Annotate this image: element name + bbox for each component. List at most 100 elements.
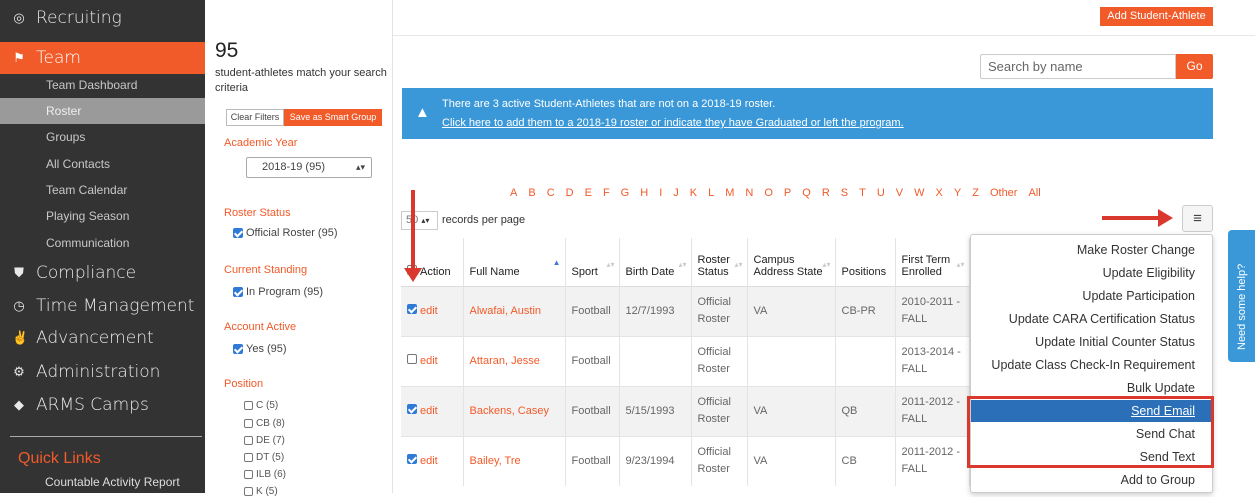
table-header-row: Action Full Name ▲ Sport ▴▾ Birth Date ▴▾ R…	[401, 238, 970, 287]
per-page-select[interactable]: 50 ▴▾	[401, 211, 438, 230]
alpha-link[interactable]: K	[690, 187, 697, 199]
menu-update-participation[interactable]: Update Participation	[971, 285, 1212, 307]
menu-update-cara-certification[interactable]: Update CARA Certification Status	[971, 308, 1212, 330]
subnav-team-calendar[interactable]: Team Calendar	[0, 177, 205, 203]
row-checkbox[interactable]	[407, 303, 417, 314]
bulk-actions-menu-button[interactable]: ≡	[1182, 205, 1213, 232]
alpha-link-other[interactable]: Other	[990, 187, 1018, 199]
help-tab[interactable]: Need some help?	[1228, 230, 1255, 362]
checkbox-icon[interactable]	[233, 228, 243, 238]
account-active-option[interactable]: Yes (95)	[233, 343, 287, 355]
position-option[interactable]: C (5)	[244, 400, 278, 411]
quick-link-countable-activity[interactable]: Countable Activity Report	[45, 475, 180, 489]
add-student-athlete-button[interactable]: Add Student-Athlete	[1100, 7, 1213, 26]
go-button[interactable]: Go	[1176, 54, 1213, 79]
subnav-team-dashboard[interactable]: Team Dashboard	[0, 72, 205, 98]
alpha-link[interactable]: A	[510, 187, 517, 199]
alpha-link[interactable]: Z	[972, 187, 979, 199]
subnav-playing-season[interactable]: Playing Season	[0, 203, 205, 229]
checkbox-icon[interactable]	[233, 287, 243, 297]
edit-link[interactable]: edit	[420, 355, 438, 367]
alpha-link[interactable]: H	[640, 187, 648, 199]
nav-time-management[interactable]: ◷ Time Management	[0, 290, 205, 322]
nav-recruiting[interactable]: ◎ Recruiting	[0, 2, 205, 34]
checkbox-icon[interactable]	[244, 487, 253, 496]
row-checkbox[interactable]	[407, 403, 417, 414]
subnav-all-contacts[interactable]: All Contacts	[0, 151, 205, 177]
save-smart-group-button[interactable]: Save as Smart Group	[284, 109, 382, 126]
alpha-link[interactable]: U	[877, 187, 885, 199]
subnav-groups[interactable]: Groups	[0, 124, 205, 150]
alpha-link[interactable]: Q	[802, 187, 811, 199]
current-standing-label: Current Standing	[224, 264, 308, 276]
edit-link[interactable]: edit	[420, 455, 438, 467]
menu-add-to-group[interactable]: Add to Group	[971, 469, 1212, 491]
col-full-name[interactable]: Full Name ▲	[463, 238, 566, 287]
alpha-link[interactable]: G	[621, 187, 630, 199]
col-campus-state[interactable]: Campus Address State ▴▾	[747, 238, 836, 287]
alpha-link[interactable]: E	[585, 187, 592, 199]
subnav-communication[interactable]: Communication	[0, 230, 205, 256]
col-first-term[interactable]: First Term Enrolled ▴▾	[895, 238, 970, 287]
alpha-link[interactable]: O	[764, 187, 773, 199]
athlete-name-link[interactable]: Attaran, Jesse	[463, 335, 566, 386]
position-option[interactable]: DT (5)	[244, 452, 284, 463]
menu-update-class-check-in[interactable]: Update Class Check-In Requirement	[971, 354, 1212, 376]
row-checkbox[interactable]	[407, 453, 417, 464]
row-checkbox[interactable]	[407, 353, 417, 364]
col-roster-status[interactable]: Roster Status ▴▾	[691, 238, 748, 287]
position-option[interactable]: CB (8)	[244, 418, 285, 429]
alpha-link[interactable]: N	[745, 187, 753, 199]
clear-filters-button[interactable]: Clear Filters	[226, 109, 284, 126]
nav-administration[interactable]: ⚙ Administration	[0, 356, 205, 388]
alpha-link[interactable]: J	[673, 187, 679, 199]
col-positions[interactable]: Positions	[835, 238, 896, 287]
edit-link[interactable]: edit	[420, 405, 438, 417]
athlete-name-link[interactable]: Bailey, Tre	[463, 435, 566, 486]
alpha-link[interactable]: L	[708, 187, 714, 199]
subnav-roster[interactable]: Roster	[0, 98, 205, 124]
position-option[interactable]: ILB (6)	[244, 469, 286, 480]
academic-year-select[interactable]: 2018-19 (95) ▴▾	[246, 157, 372, 178]
alpha-link-all[interactable]: All	[1028, 187, 1040, 199]
athlete-name-link[interactable]: Backens, Casey	[463, 385, 566, 436]
search-input[interactable]	[980, 54, 1176, 79]
position-option[interactable]: DE (7)	[244, 435, 285, 446]
alpha-link[interactable]: F	[603, 187, 610, 199]
athlete-name-link[interactable]: Alwafai, Austin	[463, 285, 566, 336]
alpha-link[interactable]: W	[914, 187, 924, 199]
menu-update-initial-counter[interactable]: Update Initial Counter Status	[971, 331, 1212, 353]
alpha-link[interactable]: V	[896, 187, 903, 199]
checkbox-icon[interactable]	[244, 453, 253, 462]
alpha-link[interactable]: S	[841, 187, 848, 199]
checkbox-icon[interactable]	[244, 419, 253, 428]
alpha-link[interactable]: C	[547, 187, 555, 199]
nav-team[interactable]: ⚑ Team	[0, 42, 205, 74]
checkbox-icon[interactable]	[244, 470, 253, 479]
edit-link[interactable]: edit	[420, 305, 438, 317]
alpha-link[interactable]: T	[859, 187, 866, 199]
position-option[interactable]: K (5)	[244, 486, 278, 497]
menu-make-roster-change[interactable]: Make Roster Change	[971, 239, 1212, 261]
alert-link[interactable]: Click here to add them to a 2018-19 rost…	[442, 117, 904, 129]
alpha-link[interactable]: I	[659, 187, 662, 199]
nav-compliance[interactable]: ⛊ Compliance	[0, 257, 205, 289]
alpha-link[interactable]: R	[822, 187, 830, 199]
roster-status-option[interactable]: Official Roster (95)	[233, 227, 338, 239]
checkbox-icon[interactable]	[244, 401, 253, 410]
alpha-link[interactable]: M	[725, 187, 734, 199]
checkbox-icon[interactable]	[244, 436, 253, 445]
col-sport[interactable]: Sport ▴▾	[565, 238, 620, 287]
alpha-link[interactable]: Y	[954, 187, 961, 199]
nav-arms-camps[interactable]: ◆ ARMS Camps	[0, 389, 205, 421]
alpha-link[interactable]: D	[566, 187, 574, 199]
checkbox-icon[interactable]	[233, 344, 243, 354]
alpha-link[interactable]: X	[936, 187, 943, 199]
nav-advancement[interactable]: ✌ Advancement	[0, 322, 205, 354]
standing-option[interactable]: In Program (95)	[233, 286, 323, 298]
alpha-link[interactable]: P	[784, 187, 791, 199]
roster-table: Action Full Name ▲ Sport ▴▾ Birth Date ▴▾ R…	[401, 238, 970, 486]
alpha-link[interactable]: B	[528, 187, 535, 199]
col-birth-date[interactable]: Birth Date ▴▾	[619, 238, 692, 287]
menu-update-eligibility[interactable]: Update Eligibility	[971, 262, 1212, 284]
